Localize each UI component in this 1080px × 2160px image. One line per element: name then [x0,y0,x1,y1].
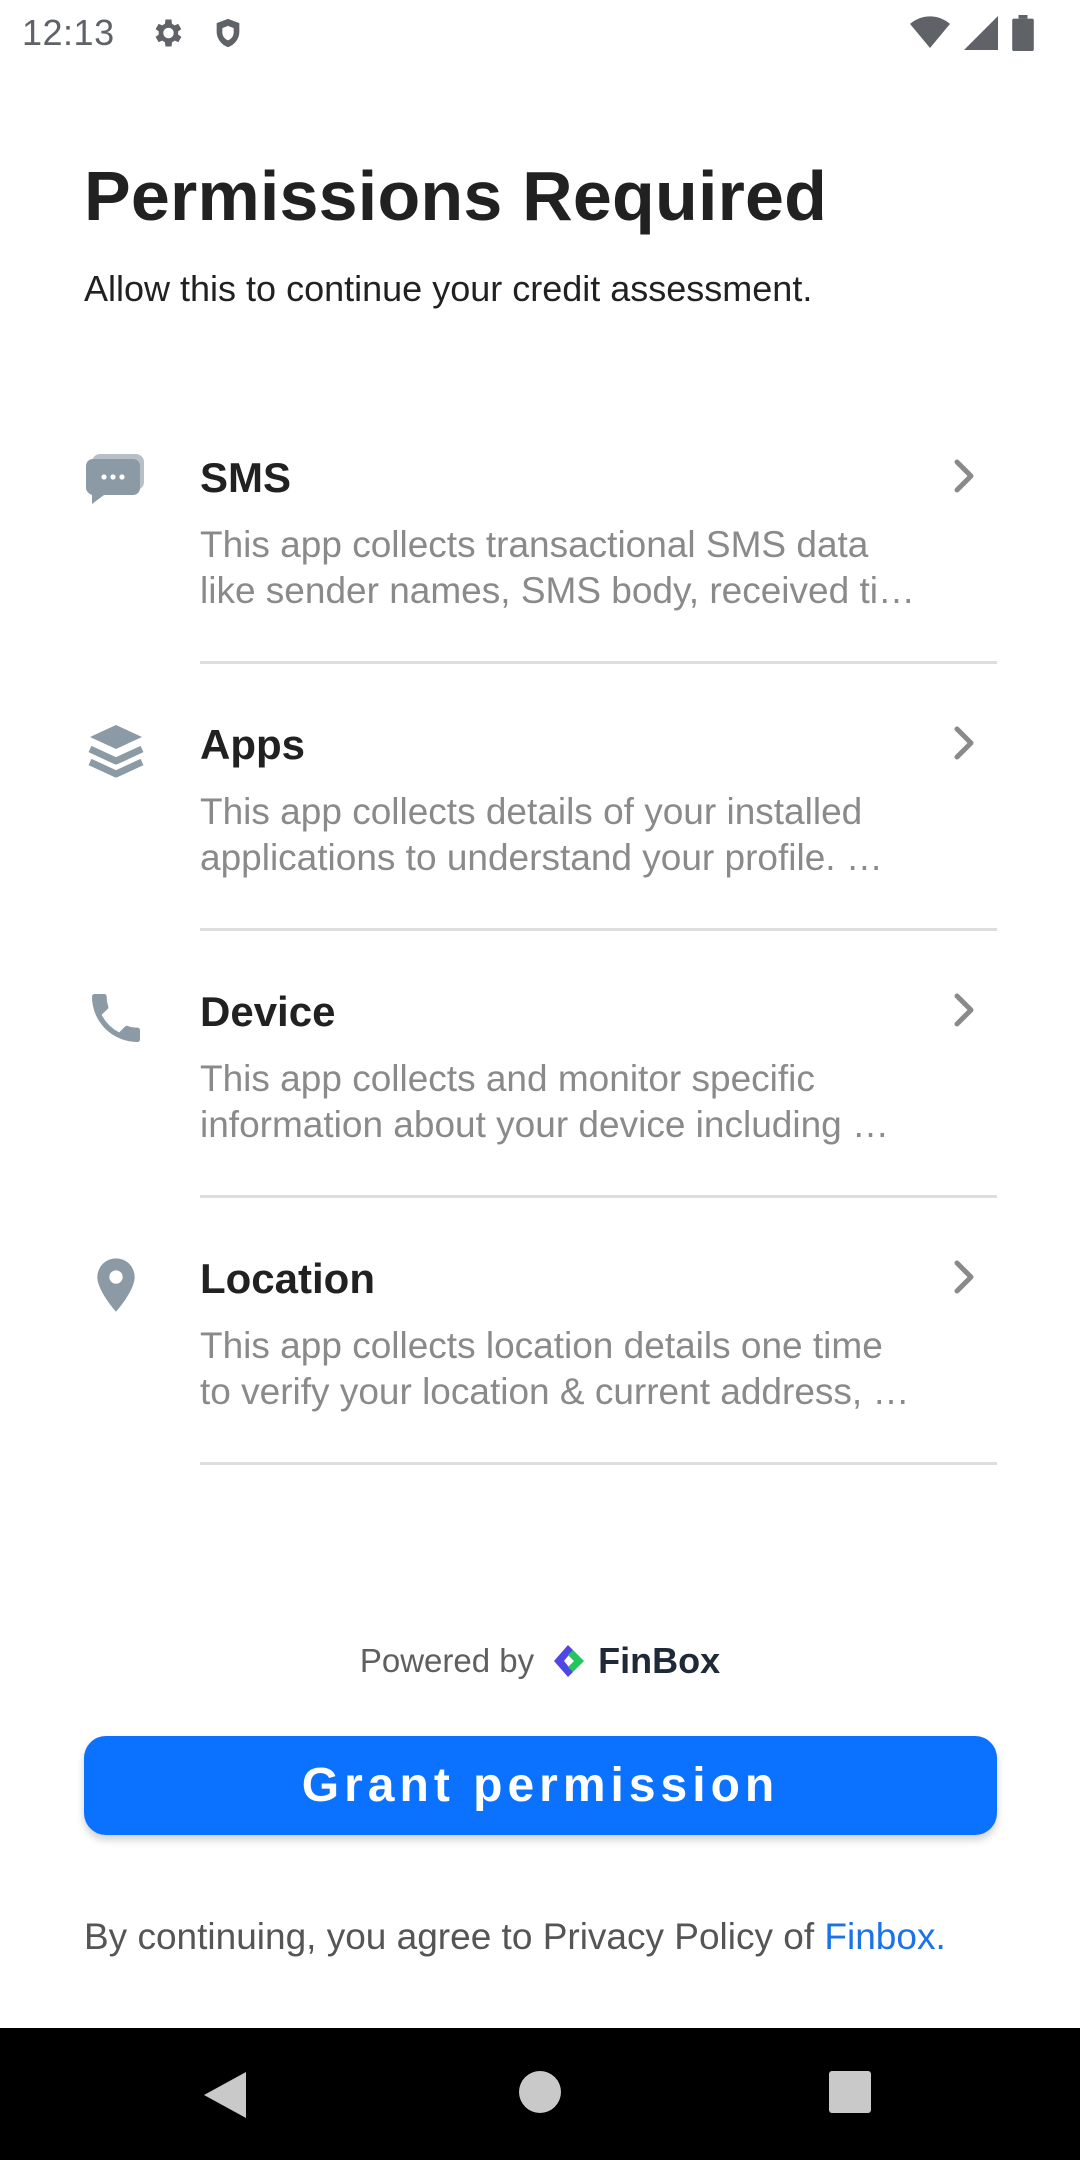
permission-desc-line: like sender names, SMS body, received ti… [200,570,915,611]
gear-icon [149,15,185,51]
permission-item-device[interactable]: Device This app collects and monitor spe… [0,964,1080,1231]
location-pin-icon [84,1253,148,1317]
agreement-text: By continuing, you agree to Privacy Poli… [84,1916,825,1957]
chevron-right-icon[interactable] [948,721,982,765]
permission-desc-sms: This app collects transactional SMS data… [200,522,940,614]
permission-desc-device: This app collects and monitor specific i… [200,1056,940,1148]
permissions-screen: 12:13 Permissions Required Allow this to… [0,0,1080,2160]
layers-icon [84,719,148,783]
privacy-agreement-text: By continuing, you agree to Privacy Poli… [84,1916,946,1958]
finbox-logo: FinBox [548,1640,720,1682]
permission-desc-line: This app collects details of your instal… [200,791,863,832]
status-time: 12:13 [22,12,115,53]
signal-icon [964,16,998,50]
permission-desc-apps: This app collects details of your instal… [200,789,940,881]
navigation-bar [0,2028,1080,2160]
divider [200,661,997,664]
permission-title-location: Location [200,1255,375,1302]
permission-desc-location: This app collects location details one t… [200,1323,940,1415]
home-icon[interactable] [518,2070,562,2119]
chevron-right-icon[interactable] [948,1255,982,1299]
recents-icon[interactable] [828,2070,872,2119]
permission-title-device: Device [200,988,336,1035]
finbox-wordmark: FinBox [598,1640,721,1681]
battery-icon [1012,15,1034,51]
permission-item-apps[interactable]: Apps This app collects details of your i… [0,697,1080,964]
back-icon[interactable] [202,2070,248,2125]
shield-icon [211,15,245,51]
divider [200,1462,997,1465]
permission-item-location[interactable]: Location This app collects location deta… [0,1231,1080,1498]
status-icons-right [910,15,1034,51]
permission-desc-line: to verify your location & current addres… [200,1371,910,1412]
permission-title-sms: SMS [200,454,292,501]
powered-by-label: Powered by [359,1642,535,1679]
chevron-right-icon[interactable] [948,988,982,1032]
permission-desc-line: applications to understand your profile.… [200,837,883,878]
permission-desc-line: This app collects location details one t… [200,1325,883,1366]
permission-desc-line: This app collects transactional SMS data [200,524,869,565]
permission-desc-line: This app collects and monitor specific [200,1058,815,1099]
grant-permission-button[interactable]: Grant permission [84,1736,997,1835]
phone-icon [84,986,148,1050]
status-icons-left [149,15,245,51]
finbox-logo-mark-icon [554,1645,585,1677]
page-title: Permissions Required [84,157,828,235]
chevron-right-icon[interactable] [948,454,982,498]
chat-bubble-icon [84,452,148,516]
powered-by: Powered by FinBox [0,1640,1080,1682]
divider [200,928,997,931]
permission-list: SMS This app collects transactional SMS … [0,430,1080,1498]
page-subtitle: Allow this to continue your credit asses… [84,268,813,309]
permission-title-apps: Apps [200,721,305,768]
permission-desc-line: information about your device including … [200,1104,889,1145]
permission-item-sms[interactable]: SMS This app collects transactional SMS … [0,430,1080,697]
wifi-icon [910,16,950,50]
divider [200,1195,997,1198]
finbox-privacy-link[interactable]: Finbox. [824,1916,945,1957]
status-bar: 12:13 [0,0,1080,66]
